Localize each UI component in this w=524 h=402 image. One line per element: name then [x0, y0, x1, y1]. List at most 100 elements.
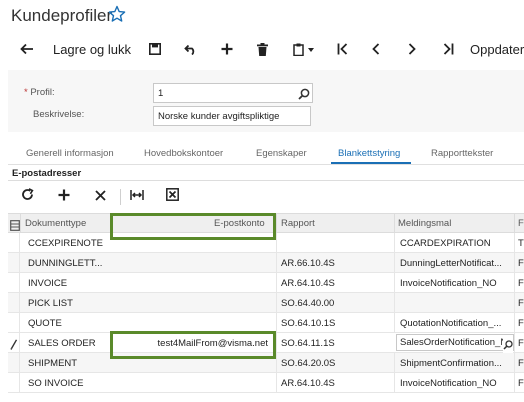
save-button[interactable] — [142, 34, 168, 64]
back-button[interactable] — [14, 34, 40, 64]
cell-doc-type: DUNNINGLETT... — [28, 258, 103, 269]
next-page-button[interactable] — [400, 34, 424, 64]
cell-doc-type: PICK LIST — [28, 298, 73, 309]
row-edit-indicator — [8, 333, 20, 352]
title-bar: Kundeprofiler — [0, 0, 524, 32]
update-button[interactable]: Oppdater — [470, 34, 524, 64]
cell-doc-type: SHIPMENT — [28, 358, 78, 369]
profile-label-wrap: * Profil: — [24, 87, 55, 98]
prev-page-button[interactable] — [364, 34, 388, 64]
profile-form: * Profil: 1 Beskrivelse: Norske kunder a… — [8, 70, 524, 132]
undo-button[interactable] — [177, 34, 203, 64]
cell-report: SO.64.20.0S — [281, 358, 336, 369]
col-rapport[interactable]: Rapport — [281, 218, 315, 229]
plus-icon — [221, 43, 233, 55]
main-toolbar: Lagre og lukk Oppdater — [0, 34, 524, 64]
arrow-left-icon — [20, 43, 34, 55]
cell-doc-type: QUOTE — [28, 318, 62, 329]
cell-f: F — [518, 318, 524, 329]
table-row[interactable]: INVOICE AR.64.10.4S InvoiceNotification_… — [8, 273, 524, 293]
refresh-button[interactable] — [16, 186, 38, 208]
cell-f: F — [518, 378, 524, 389]
table-row[interactable]: DUNNINGLETT... AR.66.10.4S DunningLetter… — [8, 253, 524, 273]
refresh-icon — [21, 188, 34, 206]
first-page-button[interactable] — [330, 34, 354, 64]
cell-doc-type: CCEXPIRENOTE — [28, 238, 103, 249]
active-tab-indicator — [331, 162, 411, 164]
excel-icon — [165, 188, 179, 206]
cell-template: QuotationNotification_... — [400, 318, 502, 329]
cell-report: SO.64.40.00 — [281, 298, 335, 309]
profile-value: 1 — [158, 88, 164, 99]
star-icon[interactable] — [108, 5, 126, 23]
description-field[interactable]: Norske kunder avgiftspliktige — [153, 106, 311, 126]
save-close-label: Lagre og lukk — [52, 41, 132, 57]
required-mark: * — [24, 87, 28, 98]
cell-report: AR.64.10.4S — [281, 378, 335, 389]
grid-toolbar — [8, 184, 524, 210]
undo-icon — [183, 44, 197, 55]
template-input[interactable]: SalesOrderNotification_N — [396, 334, 514, 351]
col-meldingsmal[interactable]: Meldingsmal — [398, 218, 451, 229]
fit-width-button[interactable] — [126, 186, 148, 208]
tab-bar: Generell informasjon Hovedbokskontoer Eg… — [8, 145, 524, 165]
cell-f: F — [518, 358, 524, 369]
copy-paste-button[interactable] — [286, 34, 322, 64]
cell-template: CCARDEXPIRATION — [400, 238, 491, 249]
toolbar-divider — [120, 189, 121, 205]
export-excel-button[interactable] — [161, 186, 183, 208]
save-icon — [149, 43, 161, 55]
cell-template: DunningLetterNotificat... — [400, 258, 502, 269]
template-value: SalesOrderNotification_N — [400, 337, 508, 348]
tab-blankettstyring[interactable]: Blankettstyring — [338, 148, 400, 159]
cell-report: SO.64.10.1S — [281, 318, 336, 329]
description-label: Beskrivelse: — [33, 109, 85, 120]
chevron-right-icon — [408, 43, 416, 55]
clipboard-icon — [293, 43, 315, 56]
highlight-box-email-header — [110, 213, 276, 240]
col-dokumenttype[interactable]: Dokumenttype — [25, 218, 86, 229]
add-button[interactable] — [214, 34, 240, 64]
delete-button[interactable] — [249, 34, 275, 64]
fit-width-icon — [130, 188, 144, 206]
profile-field[interactable]: 1 — [153, 83, 313, 103]
update-label: Oppdater — [470, 41, 524, 57]
tab-generell-informasjon[interactable]: Generell informasjon — [26, 148, 114, 159]
table-row[interactable]: QUOTE SO.64.10.1S QuotationNotification_… — [8, 313, 524, 333]
add-row-button[interactable] — [53, 186, 75, 208]
first-page-icon — [337, 43, 348, 55]
cell-doc-type: INVOICE — [28, 278, 68, 289]
highlight-box-email-value — [110, 331, 276, 359]
cell-f: F — [518, 338, 524, 349]
close-icon — [94, 188, 106, 206]
chevron-left-icon — [372, 43, 380, 55]
table-row[interactable]: SO INVOICE AR.64.10.4S InvoiceNotificati… — [8, 373, 524, 393]
description-value: Norske kunder avgiftspliktige — [158, 111, 280, 122]
cell-doc-type: SALES ORDER — [28, 338, 96, 349]
cell-report: AR.64.10.4S — [281, 278, 335, 289]
last-page-icon — [443, 43, 454, 55]
cell-f: T — [518, 238, 524, 249]
save-close-button[interactable]: Lagre og lukk — [50, 34, 134, 64]
cell-doc-type: SO INVOICE — [28, 378, 84, 389]
delete-row-button[interactable] — [89, 186, 111, 208]
cell-report: AR.66.10.4S — [281, 258, 335, 269]
section-title: E-postadresser — [12, 168, 82, 179]
cell-f: F — [518, 298, 524, 309]
table-row[interactable]: PICK LIST SO.64.40.00 F — [8, 293, 524, 313]
plus-icon — [58, 188, 70, 206]
last-page-button[interactable] — [436, 34, 460, 64]
tab-egenskaper[interactable]: Egenskaper — [256, 148, 307, 159]
trash-icon — [256, 42, 268, 56]
search-icon[interactable] — [298, 87, 310, 100]
page-title: Kundeprofiler — [11, 6, 113, 25]
cell-f: F — [518, 278, 524, 289]
cell-template: InvoiceNotification_NO — [400, 278, 497, 289]
tab-rapporttekster[interactable]: Rapporttekster — [431, 148, 493, 159]
col-f[interactable]: F — [518, 218, 524, 229]
tab-hovedbokskontoer[interactable]: Hovedbokskontoer — [144, 148, 223, 159]
section-divider — [8, 180, 524, 181]
cell-template: ShipmentConfirmation... — [400, 358, 502, 369]
cell-f: F — [518, 258, 524, 269]
cell-template: InvoiceNotification_NO — [400, 378, 497, 389]
